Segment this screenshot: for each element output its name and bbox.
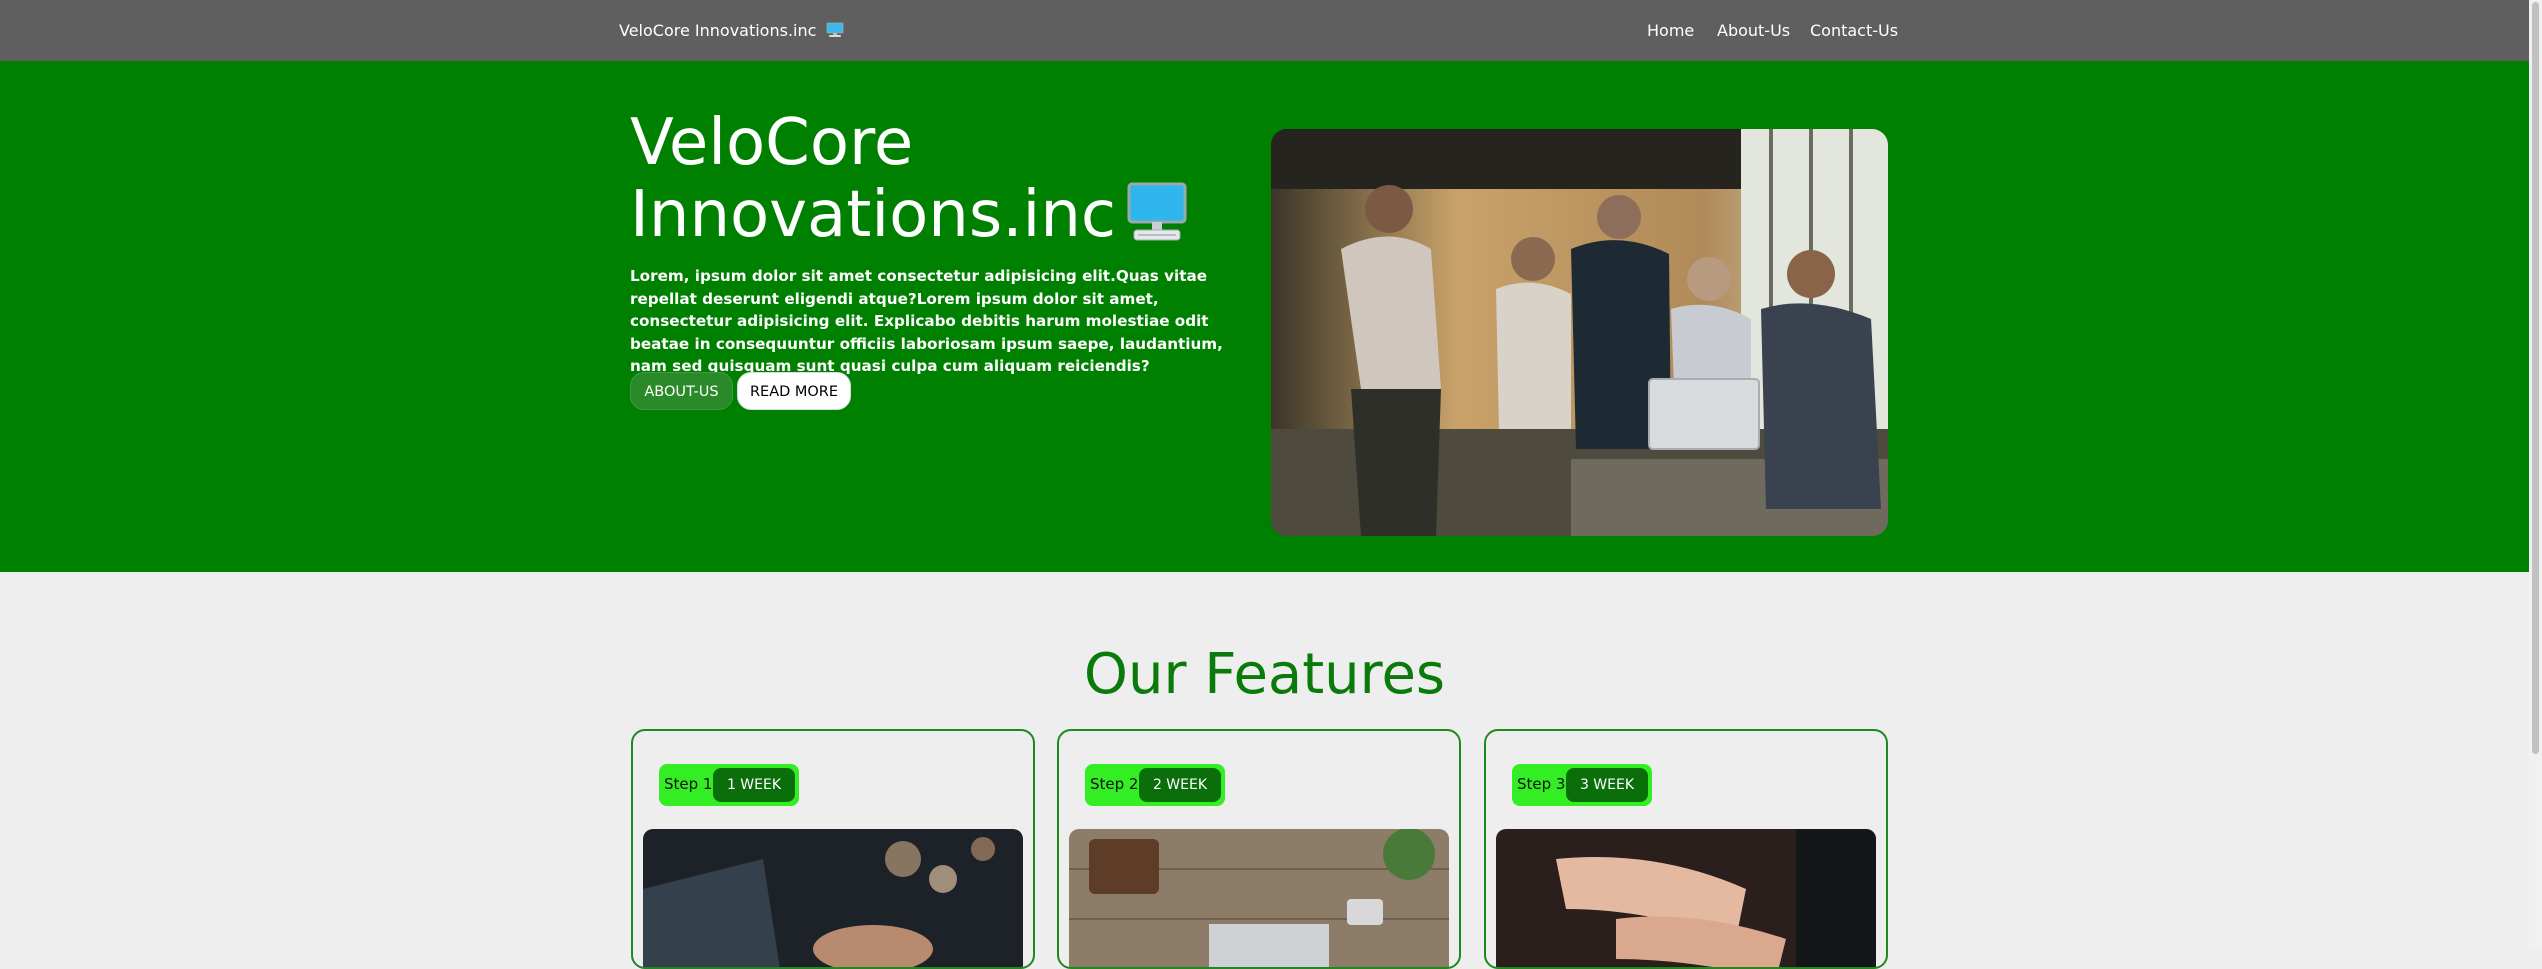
- scrollbar-thumb[interactable]: [2532, 2, 2539, 754]
- step-label: Step 1: [664, 775, 713, 793]
- read-more-button[interactable]: READ MORE: [737, 372, 851, 410]
- about-us-button[interactable]: ABOUT-US: [630, 372, 733, 410]
- feature-card-2: Step 2 2 WEEK: [1057, 729, 1461, 969]
- desk-flatlay-photo: [1069, 829, 1449, 967]
- duration-badge[interactable]: 2 WEEK: [1139, 768, 1221, 802]
- step-pill: Step 3 3 WEEK: [1512, 764, 1652, 806]
- computer-icon: [1126, 182, 1188, 244]
- top-navbar: VeloCore Innovations.inc Home About-Us C…: [0, 0, 2529, 61]
- brand-link[interactable]: VeloCore Innovations.inc: [619, 0, 844, 61]
- step-label: Step 3: [1517, 775, 1566, 793]
- nav-link-about-us[interactable]: About-Us: [1717, 0, 1790, 61]
- duration-badge[interactable]: 3 WEEK: [1566, 768, 1648, 802]
- hero-title-text: VeloCore Innovations.inc: [630, 106, 1117, 252]
- step-pill: Step 1 1 WEEK: [659, 764, 799, 806]
- hero-title: VeloCore Innovations.inc: [630, 107, 1270, 251]
- team-photo: [1271, 129, 1888, 536]
- features-heading: Our Features: [1083, 642, 1446, 707]
- nav-link-home[interactable]: Home: [1647, 0, 1694, 61]
- brand-label: VeloCore Innovations.inc: [619, 21, 817, 40]
- hero-section: VeloCore Innovations.inc Lorem, ipsum do…: [0, 61, 2529, 572]
- feature-card-1: Step 1 1 WEEK: [631, 729, 1035, 969]
- nav-link-contact-us[interactable]: Contact-Us: [1810, 0, 1898, 61]
- step-pill: Step 2 2 WEEK: [1085, 764, 1225, 806]
- page-scrollbar[interactable]: [2529, 0, 2542, 948]
- hands-keyboard-photo: [1496, 829, 1876, 967]
- feature-card-3: Step 3 3 WEEK: [1484, 729, 1888, 969]
- duration-badge[interactable]: 1 WEEK: [713, 768, 795, 802]
- laptop-typing-photo: [643, 829, 1023, 967]
- hero-description: Lorem, ipsum dolor sit amet consectetur …: [630, 267, 1223, 375]
- computer-icon: [826, 2, 844, 37]
- step-label: Step 2: [1090, 775, 1139, 793]
